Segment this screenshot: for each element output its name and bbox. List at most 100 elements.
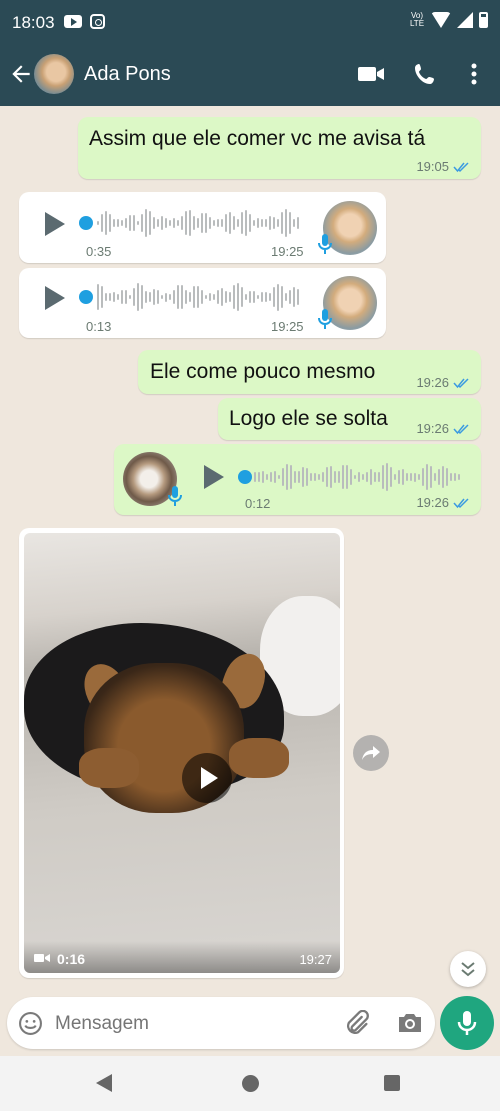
message-bubble-outgoing[interactable]: Assim que ele comer vc me avisa tá 19:05 — [78, 117, 481, 179]
waveform-bar — [101, 286, 103, 308]
waveform-bar — [406, 472, 408, 482]
audio-waveform[interactable] — [254, 460, 464, 494]
audio-progress-handle[interactable] — [79, 290, 93, 304]
waveform-bar — [129, 214, 131, 232]
audio-progress-handle[interactable] — [238, 470, 252, 484]
video-info-bar: 0:16 19:27 — [24, 941, 340, 973]
waveform-bar — [265, 291, 267, 303]
message-time: 19:26 — [416, 495, 449, 510]
waveform-bar — [233, 215, 235, 231]
waveform-bar — [338, 471, 340, 483]
waveform-bar — [350, 469, 352, 485]
waveform-bar — [434, 473, 436, 481]
waveform-bar — [121, 290, 123, 304]
waveform-bar — [254, 472, 256, 482]
message-time: 19:26 — [416, 375, 449, 390]
message-meta: 19:26 — [416, 495, 471, 510]
play-icon[interactable] — [45, 286, 65, 310]
waveform-bar — [113, 292, 115, 302]
attach-paperclip-icon[interactable] — [343, 1010, 371, 1038]
waveform-bar — [173, 217, 175, 229]
voice-duration: 0:13 — [86, 319, 112, 334]
waveform-bar — [137, 220, 139, 226]
video-camera-icon — [34, 954, 50, 962]
nav-recents-icon[interactable] — [384, 1075, 400, 1091]
waveform-bar — [201, 213, 203, 233]
contact-name[interactable]: Ada Pons — [84, 63, 171, 86]
waveform-bar — [121, 219, 123, 227]
waveform-bar — [133, 215, 135, 231]
forward-button[interactable] — [353, 735, 389, 771]
waveform-bar — [225, 290, 227, 304]
waveform-bar — [189, 291, 191, 303]
waveform-bar — [205, 213, 207, 233]
volte-icon: Vo) LTE — [409, 11, 425, 28]
waveform-bar — [289, 211, 291, 235]
message-bubble-outgoing[interactable]: Ele come pouco mesmo 19:26 — [138, 350, 481, 394]
waveform-bar — [237, 218, 239, 228]
video-thumbnail[interactable]: 0:16 19:27 — [24, 533, 340, 973]
video-call-icon[interactable] — [356, 60, 386, 88]
waveform-bar — [281, 285, 283, 309]
waveform-bar — [237, 283, 239, 311]
waveform-bar — [334, 470, 336, 484]
waveform-bar — [354, 474, 356, 480]
waveform-bar — [289, 289, 291, 305]
play-icon[interactable] — [45, 212, 65, 236]
waveform-bar — [113, 219, 115, 227]
waveform-bar — [229, 212, 231, 234]
nav-back-icon[interactable] — [96, 1074, 112, 1092]
waveform-bar — [286, 463, 288, 491]
audio-waveform[interactable] — [97, 280, 302, 314]
voice-message-incoming[interactable]: 0:13 19:25 — [19, 268, 386, 338]
waveform-bar — [197, 285, 199, 309]
video-duration: 0:16 — [57, 951, 86, 967]
double-check-read-icon — [453, 161, 469, 172]
phone-call-icon[interactable] — [411, 60, 441, 88]
voice-message-outgoing[interactable]: 0:12 19:26 — [114, 444, 481, 515]
waveform-bar — [414, 472, 416, 482]
audio-waveform[interactable] — [97, 206, 302, 240]
audio-progress-handle[interactable] — [79, 216, 93, 230]
message-text: Assim que ele comer vc me avisa tá — [89, 127, 426, 150]
waveform-bar — [149, 210, 151, 236]
waveform-bar — [169, 294, 171, 300]
waveform-bar — [410, 473, 412, 481]
waveform-bar — [362, 473, 364, 481]
waveform-bar — [458, 473, 460, 481]
waveform-bar — [273, 286, 275, 308]
waveform-bar — [326, 466, 328, 488]
waveform-bar — [358, 472, 360, 482]
waveform-bar — [261, 218, 263, 228]
back-arrow-icon[interactable] — [8, 61, 34, 87]
waveform-bar — [233, 285, 235, 309]
waveform-bar — [125, 218, 127, 228]
waveform-bar — [177, 220, 179, 226]
waveform-bar — [302, 467, 304, 487]
video-play-button[interactable] — [182, 753, 232, 803]
waveform-bar — [141, 213, 143, 233]
waveform-bar — [322, 471, 324, 483]
waveform-bar — [241, 211, 243, 235]
waveform-bar — [101, 213, 103, 233]
scroll-to-bottom-button[interactable] — [450, 951, 486, 987]
nav-home-icon[interactable] — [242, 1075, 259, 1092]
waveform-bar — [209, 292, 211, 302]
waveform-bar — [193, 286, 195, 308]
message-input[interactable] — [55, 1013, 325, 1035]
message-composer — [7, 997, 435, 1049]
voice-record-button[interactable] — [440, 996, 494, 1050]
more-options-icon[interactable] — [459, 60, 489, 88]
play-icon[interactable] — [204, 465, 224, 489]
message-bubble-outgoing[interactable]: Logo ele se solta 19:26 — [218, 398, 481, 440]
waveform-bar — [117, 294, 119, 300]
voice-message-incoming[interactable]: 0:35 19:25 — [19, 192, 386, 263]
video-scene-dog-paw — [229, 738, 289, 778]
waveform-bar — [266, 473, 268, 481]
waveform-bar — [366, 471, 368, 483]
waveform-bar — [129, 294, 131, 300]
emoji-icon[interactable] — [18, 1011, 43, 1036]
camera-icon[interactable] — [396, 1010, 424, 1036]
contact-avatar[interactable] — [34, 54, 74, 94]
waveform-bar — [281, 212, 283, 234]
